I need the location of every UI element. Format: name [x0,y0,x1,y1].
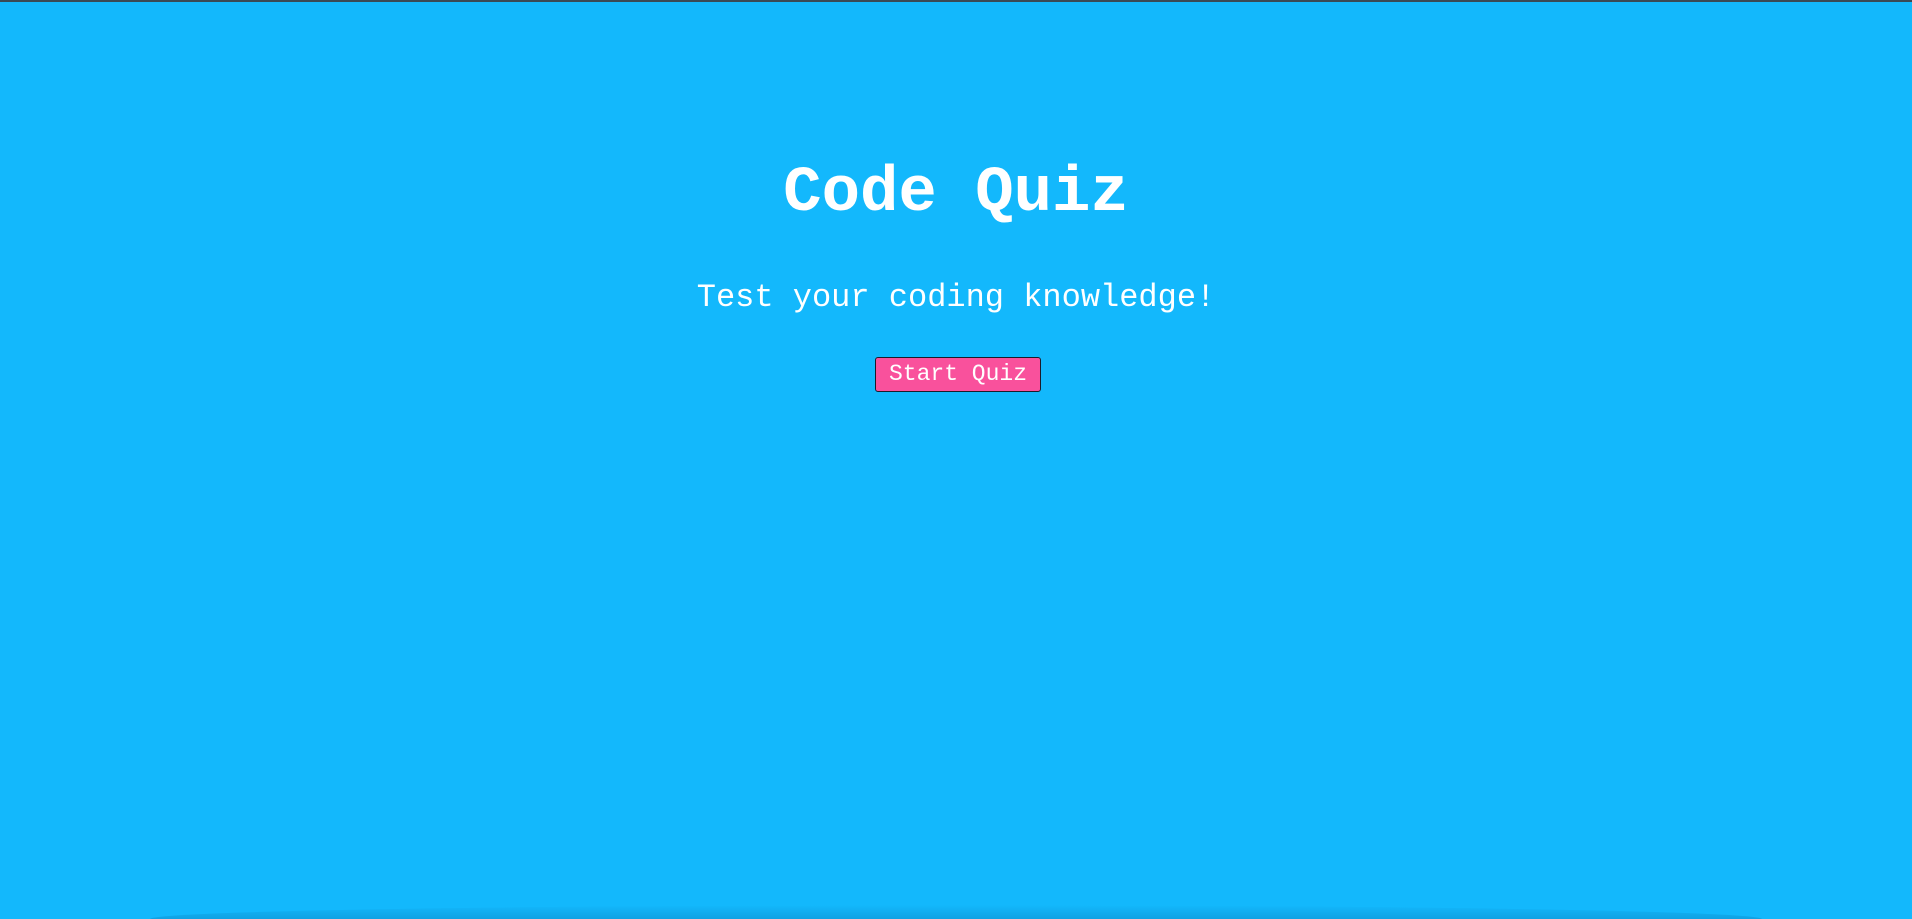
start-quiz-button[interactable]: Start Quiz [875,357,1041,392]
window-top-border [0,0,1912,2]
page-subtitle: Test your coding knowledge! [696,279,1216,316]
bottom-shadow [150,905,1762,919]
page-title: Code Quiz [783,158,1129,230]
